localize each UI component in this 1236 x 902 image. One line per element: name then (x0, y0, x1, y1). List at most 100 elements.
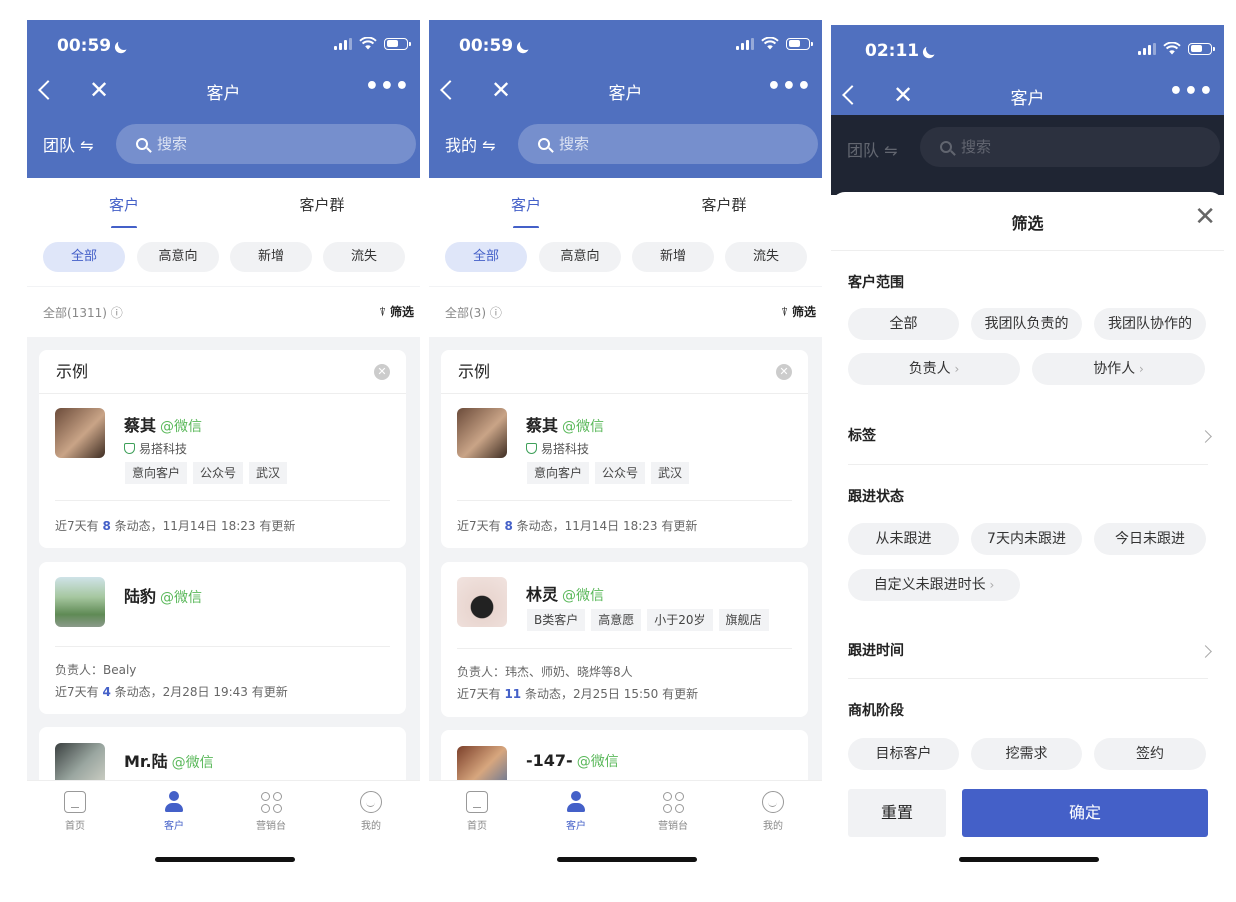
option-team-owned[interactable]: 我团队负责的 (971, 308, 1082, 340)
tab-customers[interactable]: 客户 (466, 194, 586, 229)
search-input[interactable]: 搜索 (518, 124, 818, 164)
tag: 旗舰店 (718, 609, 769, 631)
filter-icon: ⍒ (378, 305, 390, 319)
tabbar-home[interactable]: 首页 (45, 791, 105, 832)
avatar (55, 577, 105, 627)
tag: 高意愿 (591, 609, 642, 631)
chip-new[interactable]: 新增 (230, 242, 312, 272)
option-custom-duration[interactable]: 自定义未跟进时长 › (848, 569, 1020, 601)
tabbar-home[interactable]: 首页 (447, 791, 507, 832)
filter-icon: ⍒ (780, 305, 792, 319)
search-input[interactable]: 搜索 (116, 124, 416, 164)
customer-name: 陆豹 @微信 (124, 587, 203, 606)
status-bar: 00:59 (429, 20, 822, 70)
quick-filters: 全部 高意向 新增 流失 (429, 228, 822, 286)
tabbar-marketing[interactable]: 营销台 (643, 791, 703, 832)
option-owner[interactable]: 负责人 › (848, 353, 1020, 385)
tag: 意向客户 (125, 462, 188, 484)
tag: 公众号 (595, 462, 646, 484)
chip-high-intent[interactable]: 高意向 (137, 242, 219, 272)
tabbar-me[interactable]: 我的 (341, 791, 401, 832)
search-icon (940, 141, 952, 153)
section-follow-time[interactable]: 跟进时间 (848, 640, 904, 660)
more-icon[interactable]: ••• (1169, 79, 1214, 104)
home-indicator (959, 857, 1099, 862)
option-not-followed-7d[interactable]: 7天内未跟进 (971, 523, 1082, 555)
customer-card[interactable]: 陆豹 @微信 负责人：Bealy 近7天有 4 条动态，2月28日 19:43 有… (39, 562, 406, 714)
section-tags[interactable]: 标签 (848, 425, 876, 445)
activity-meta: 近7天有 8 条动态，11月14日 18:23 有更新 (457, 519, 698, 533)
chip-all[interactable]: 全部 (445, 242, 527, 272)
close-icon[interactable]: ✕ (1194, 204, 1216, 230)
signal-icon (736, 37, 754, 50)
tab-customers[interactable]: 客户 (64, 194, 184, 229)
filter-button[interactable]: ⍒ 筛选 (379, 303, 414, 320)
chip-lost[interactable]: 流失 (323, 242, 405, 272)
chevron-right-icon (1199, 645, 1212, 658)
chip-new[interactable]: 新增 (632, 242, 714, 272)
moon-icon (116, 36, 131, 51)
tag: 意向客户 (527, 462, 590, 484)
moon-icon (924, 41, 939, 56)
sheet-title: 筛选 (1011, 214, 1044, 233)
activity-meta: 近7天有 4 条动态，2月28日 19:43 有更新 (55, 685, 288, 699)
home-indicator (155, 857, 295, 862)
home-indicator (557, 857, 697, 862)
clear-icon[interactable]: ✕ (776, 364, 792, 380)
chip-lost[interactable]: 流失 (725, 242, 807, 272)
quick-filters: 全部 高意向 新增 流失 (27, 228, 420, 286)
owner-label: 负责人：玮杰、师奶、晓烨等8人 (457, 665, 633, 679)
status-time: 00:59 (459, 36, 525, 56)
section-customer-range: 客户范围 (848, 275, 904, 291)
status-time: 00:59 (57, 36, 123, 56)
option-discovery[interactable]: 挖需求 (971, 738, 1082, 770)
apps-icon (260, 791, 282, 813)
dimmed-overlay[interactable]: 团队 ⇋ 搜索 (831, 115, 1224, 195)
page-title: 客户 (608, 84, 643, 104)
option-not-followed-today[interactable]: 今日未跟进 (1094, 523, 1206, 555)
tab-customer-groups[interactable]: 客户群 (262, 194, 382, 215)
scope-switch[interactable]: 团队 ⇋ (43, 132, 94, 156)
more-icon[interactable]: ••• (365, 74, 410, 99)
customer-name: 蔡其 @微信 (526, 416, 605, 435)
tag: 武汉 (651, 462, 690, 484)
option-never-followed[interactable]: 从未跟进 (848, 523, 959, 555)
tabbar-customers[interactable]: 客户 (144, 791, 204, 832)
customer-card[interactable]: 示例 ✕ 蔡其 @微信 易搭科技 意向客户 公众号 武汉 近7天有 8 条动态，11… (39, 350, 406, 548)
option-collaborator[interactable]: 协作人 › (1032, 353, 1205, 385)
status-time: 02:11 (865, 41, 931, 61)
avatar (457, 408, 507, 458)
home-icon (466, 791, 488, 813)
wifi-icon (1163, 42, 1181, 55)
section-header: 示例 ✕ (39, 350, 406, 394)
tab-customer-groups[interactable]: 客户群 (664, 194, 784, 215)
more-icon[interactable]: ••• (767, 74, 812, 99)
tab-bar: 首页 客户 营销台 我的 (27, 780, 420, 868)
page-title: 客户 (1010, 89, 1045, 109)
tabbar-customers[interactable]: 客户 (546, 791, 606, 832)
smile-icon (360, 791, 382, 813)
confirm-button[interactable]: 确定 (962, 789, 1208, 837)
tabbar-marketing[interactable]: 营销台 (241, 791, 301, 832)
activity-meta: 近7天有 11 条动态，2月25日 15:50 有更新 (457, 687, 699, 701)
chevron-right-icon: › (985, 578, 995, 592)
chip-high-intent[interactable]: 高意向 (539, 242, 621, 272)
customer-card[interactable]: 林灵 @微信 B类客户 高意愿 小于20岁 旗舰店 负责人：玮杰、师奶、晓烨等8人… (441, 562, 808, 717)
customer-name: 蔡其 @微信 (124, 416, 203, 435)
option-signed[interactable]: 签约 (1094, 738, 1206, 770)
search-input: 搜索 (920, 127, 1220, 167)
filter-sheet: 筛选 ✕ 客户范围 全部 我团队负责的 我团队协作的 负责人 › 协作人 › 标… (831, 192, 1224, 868)
scope-switch[interactable]: 我的 ⇋ (445, 132, 496, 156)
filter-button[interactable]: ⍒ 筛选 (781, 303, 816, 320)
reset-button[interactable]: 重置 (848, 789, 946, 837)
tabbar-me[interactable]: 我的 (743, 791, 803, 832)
activity-meta: 近7天有 8 条动态，11月14日 18:23 有更新 (55, 519, 296, 533)
customer-card[interactable]: 示例 ✕ 蔡其 @微信 易搭科技 意向客户 公众号 武汉 近7天有 8 条动态，11… (441, 350, 808, 548)
option-all[interactable]: 全部 (848, 308, 959, 340)
chip-all[interactable]: 全部 (43, 242, 125, 272)
customer-icon (163, 791, 185, 813)
option-team-collab[interactable]: 我团队协作的 (1094, 308, 1206, 340)
option-target[interactable]: 目标客户 (848, 738, 959, 770)
clear-icon[interactable]: ✕ (374, 364, 390, 380)
phone-screen-filter: 02:11 ✕ 客户 ••• 团队 ⇋ 搜索 筛选 ✕ 客户范围 全部 我团队负… (831, 25, 1224, 868)
